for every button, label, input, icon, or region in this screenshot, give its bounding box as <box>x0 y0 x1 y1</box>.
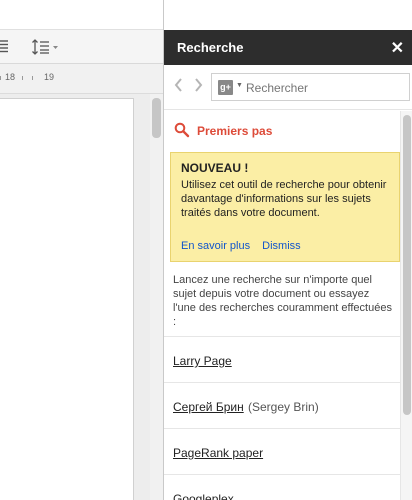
forward-arrow-icon[interactable] <box>193 78 203 97</box>
document-top-bar <box>0 0 163 30</box>
chevron-down-icon[interactable]: ▼ <box>236 82 243 89</box>
suggested-searches: Larry Page Сергей Брин (Sergey Brin) Pag… <box>164 336 401 500</box>
search-icon <box>174 122 190 138</box>
app-root: 18 19 Recherche ✕ g+ ▼ Rechercher Premie… <box>0 0 412 500</box>
suggested-search-link[interactable]: Googleplex <box>173 492 234 500</box>
suggested-search-translation: (Sergey Brin) <box>248 400 319 414</box>
ruler-tick <box>22 76 23 80</box>
close-icon[interactable]: ✕ <box>391 38 404 58</box>
list-item: Сергей Брин (Sergey Brin) <box>164 382 401 428</box>
ruler-tick <box>32 76 33 80</box>
panel-search-bar: g+ ▼ <box>164 65 412 110</box>
line-spacing-icon[interactable] <box>32 39 60 55</box>
notice-title: NOUVEAU ! <box>181 161 249 175</box>
panel-top-gap <box>164 0 412 30</box>
document-toolbar <box>0 30 163 64</box>
panel-header: Recherche ✕ <box>164 30 412 65</box>
list-item: PageRank paper <box>164 428 401 474</box>
document-scrollbar[interactable] <box>150 94 163 500</box>
panel-scrollbar-thumb[interactable] <box>403 115 411 415</box>
learn-more-link[interactable]: En savoir plus <box>181 240 250 252</box>
suggested-search-link[interactable]: Larry Page <box>173 354 232 368</box>
suggested-search-link[interactable]: Сергей Брин <box>173 400 244 414</box>
ruler-tick <box>0 76 1 80</box>
dismiss-link[interactable]: Dismiss <box>262 240 301 252</box>
document-scrollbar-thumb[interactable] <box>152 98 161 138</box>
intro-text: Lancez une recherche sur n'importe quel … <box>173 274 392 328</box>
panel-body: Premiers pas NOUVEAU ! Utilisez cet outi… <box>164 111 401 500</box>
list-item: Larry Page <box>164 336 401 382</box>
google-plus-icon[interactable]: g+ <box>218 80 233 95</box>
document-area: 18 19 <box>0 0 163 500</box>
suggested-search-link[interactable]: PageRank paper <box>173 446 263 460</box>
search-box[interactable]: g+ ▼ <box>211 73 410 101</box>
notice-body: Utilisez cet outil de recherche pour obt… <box>181 179 387 219</box>
notice-links: En savoir plus Dismiss <box>181 240 310 252</box>
document-page[interactable] <box>0 98 134 500</box>
panel-scrollbar[interactable] <box>400 111 412 500</box>
new-feature-notice: NOUVEAU ! Utilisez cet outil de recherch… <box>170 152 400 262</box>
section-title: Premiers pas <box>197 124 273 138</box>
panel-title: Recherche <box>177 40 244 55</box>
ruler-number-19: 19 <box>44 72 55 82</box>
document-ruler: 18 19 <box>0 64 163 94</box>
align-justify-icon[interactable] <box>0 39 10 55</box>
back-arrow-icon[interactable] <box>174 78 184 97</box>
search-input[interactable] <box>246 79 406 96</box>
list-item: Googleplex <box>164 474 401 500</box>
research-panel: Recherche ✕ g+ ▼ Premiers pas <box>163 0 412 500</box>
ruler-number-18: 18 <box>5 72 16 82</box>
